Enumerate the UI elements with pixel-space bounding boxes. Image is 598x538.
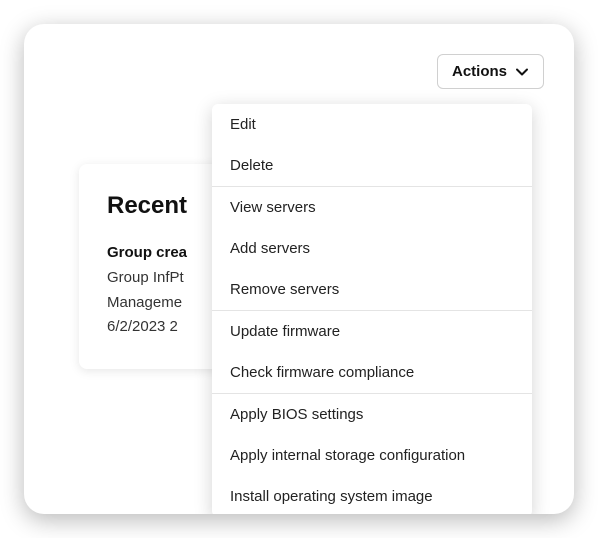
menu-item-edit[interactable]: Edit <box>212 104 532 145</box>
dropdown-group: Apply BIOS settings Apply internal stora… <box>212 393 532 514</box>
actions-button[interactable]: Actions <box>437 54 544 89</box>
actions-button-label: Actions <box>452 63 507 80</box>
chevron-down-icon <box>515 65 529 79</box>
dropdown-group: Edit Delete <box>212 104 532 186</box>
menu-item-delete[interactable]: Delete <box>212 145 532 186</box>
menu-item-apply-bios-settings[interactable]: Apply BIOS settings <box>212 394 532 435</box>
actions-dropdown: Edit Delete View servers Add servers Rem… <box>212 104 532 514</box>
menu-item-install-operating-system-image[interactable]: Install operating system image <box>212 476 532 514</box>
menu-item-apply-internal-storage-configuration[interactable]: Apply internal storage configuration <box>212 435 532 476</box>
menu-item-view-servers[interactable]: View servers <box>212 187 532 228</box>
menu-item-add-servers[interactable]: Add servers <box>212 228 532 269</box>
menu-item-remove-servers[interactable]: Remove servers <box>212 269 532 310</box>
dropdown-group: View servers Add servers Remove servers <box>212 186 532 310</box>
menu-item-check-firmware-compliance[interactable]: Check firmware compliance <box>212 352 532 393</box>
menu-item-update-firmware[interactable]: Update firmware <box>212 311 532 352</box>
toolbar: Actions <box>54 54 544 89</box>
dropdown-group: Update firmware Check firmware complianc… <box>212 310 532 393</box>
main-panel: Actions Recent Group crea Group InfPt Ma… <box>24 24 574 514</box>
